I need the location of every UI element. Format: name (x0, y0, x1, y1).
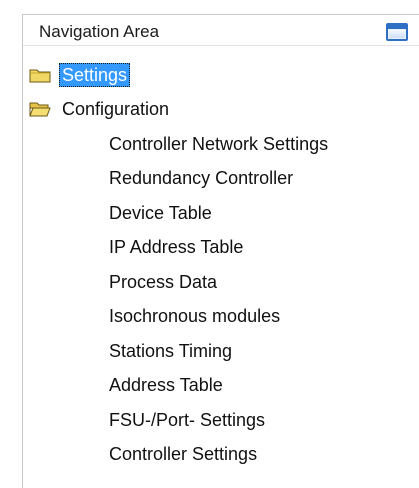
tree-item-ip-address-table[interactable]: IP Address Table (109, 235, 243, 259)
tree-item-label: Configuration (62, 99, 170, 119)
tree-item-label: Controller Settings (109, 444, 258, 464)
tree-item-label: Address Table (109, 375, 223, 395)
tree-item-label: Process Data (109, 272, 218, 292)
tree-item-label: Controller Network Settings (109, 134, 329, 154)
tree-item-isochronous-modules[interactable]: Isochronous modules (109, 304, 280, 328)
tree-item-controller-network-settings[interactable]: Controller Network Settings (109, 132, 328, 156)
window-icon[interactable] (386, 23, 408, 41)
tree-item-fsu-port-settings[interactable]: FSU-/Port- Settings (109, 408, 265, 432)
tree-item-label: Isochronous modules (109, 306, 281, 326)
tree-item-device-table[interactable]: Device Table (109, 201, 212, 225)
tree-item-label: FSU-/Port- Settings (109, 410, 266, 430)
panel-title: Navigation Area (39, 22, 160, 41)
tree-item-controller-settings[interactable]: Controller Settings (109, 442, 257, 466)
folder-closed-icon (29, 69, 51, 83)
tree-item-address-table[interactable]: Address Table (109, 373, 223, 397)
tree-item-label: Device Table (109, 203, 212, 223)
tree-item-label: Settings (59, 63, 131, 87)
tree-item-label: Redundancy Controller (109, 168, 294, 188)
tree-item-stations-timing[interactable]: Stations Timing (109, 339, 232, 363)
tree-item-redundancy-controller[interactable]: Redundancy Controller (109, 166, 293, 190)
tree-item-process-data[interactable]: Process Data (109, 270, 217, 294)
tree-item-label: IP Address Table (109, 237, 244, 257)
folder-open-icon (29, 102, 51, 117)
navigation-panel: Navigation Area Settings Configuration C… (22, 14, 419, 488)
panel-header: Navigation Area (23, 15, 419, 46)
tree-item-label: Stations Timing (109, 341, 233, 361)
